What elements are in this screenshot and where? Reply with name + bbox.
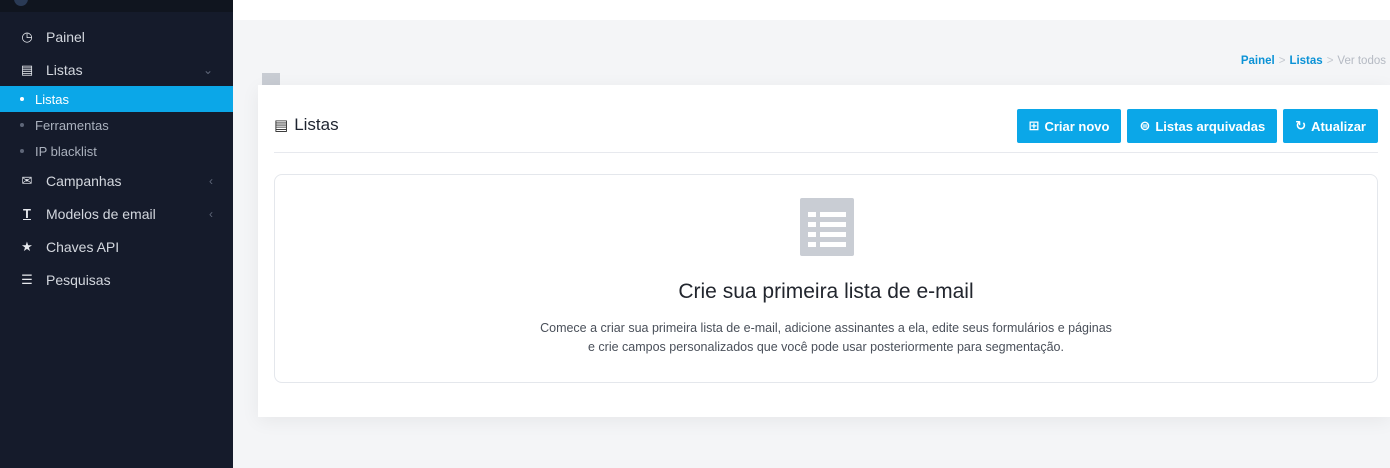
card-header: ▤ Listas ⊞ Criar novo ⊜ Listas arquivada… — [274, 109, 1378, 153]
archived-lists-button[interactable]: ⊜ Listas arquivadas — [1127, 109, 1278, 143]
bullet-icon — [20, 149, 24, 153]
sidebar-subitem-ip-blacklist[interactable]: IP blacklist — [0, 138, 233, 164]
sidebar-item-listas[interactable]: ▤ Listas ⌄ — [0, 53, 233, 86]
sidebar-item-label: Painel — [46, 28, 85, 45]
sidebar-subitem-ferramentas[interactable]: Ferramentas — [0, 112, 233, 138]
chevron-left-icon: ‹ — [209, 206, 213, 221]
clock-icon: ◷ — [21, 28, 33, 44]
sidebar-item-campanhas[interactable]: ✉ Campanhas ‹ — [0, 164, 233, 197]
envelope-icon: ✉ — [21, 172, 33, 188]
empty-state-description-line: Comece a criar sua primeira lista de e-m… — [540, 321, 1112, 335]
list-icon: ▤ — [274, 117, 289, 134]
empty-state-description-line: e crie campos personalizados que você po… — [588, 340, 1064, 354]
sidebar-item-label: Listas — [35, 91, 69, 107]
chevron-left-icon: ‹ — [209, 173, 213, 188]
sidebar-menu: ◷ Painel ▤ Listas ⌄ Listas Ferramentas I… — [0, 20, 233, 296]
breadcrumb-link-listas[interactable]: Listas — [1289, 55, 1322, 67]
sidebar-item-label: Listas — [46, 61, 83, 78]
breadcrumb-separator: > — [1326, 55, 1334, 67]
empty-state: Crie sua primeira lista de e-mail Comece… — [274, 174, 1378, 383]
create-new-button[interactable]: ⊞ Criar novo — [1016, 109, 1122, 143]
page-title-text: Listas — [294, 115, 339, 134]
sidebar: ◷ Painel ▤ Listas ⌄ Listas Ferramentas I… — [0, 0, 233, 468]
top-navbar — [233, 0, 1390, 20]
plus-square-icon: ⊞ — [1028, 118, 1040, 133]
empty-state-title: Crie sua primeira lista de e-mail — [678, 280, 974, 303]
sidebar-subitem-listas[interactable]: Listas — [0, 86, 233, 112]
refresh-button[interactable]: ↻ Atualizar — [1283, 109, 1378, 143]
create-new-label: Criar novo — [1044, 118, 1110, 134]
list-document-icon — [800, 198, 854, 256]
sidebar-item-label: Modelos de email — [46, 205, 156, 222]
list-icon: ▤ — [20, 61, 34, 77]
breadcrumb: Painel > Listas > Ver todos — [1241, 55, 1386, 67]
sidebar-item-label: Ferramentas — [35, 117, 109, 133]
sidebar-item-painel[interactable]: ◷ Painel — [0, 20, 233, 53]
page-title: ▤ Listas — [274, 115, 339, 135]
sidebar-item-label: Pesquisas — [46, 271, 111, 288]
archived-lists-label: Listas arquivadas — [1155, 118, 1266, 134]
sidebar-item-chaves-api[interactable]: ★ Chaves API — [0, 230, 233, 263]
bullet-icon — [20, 97, 24, 101]
list-ul-icon: ☰ — [21, 271, 33, 287]
bullet-icon — [20, 123, 24, 127]
sidebar-item-label: Campanhas — [46, 172, 122, 189]
breadcrumb-separator: > — [1278, 55, 1286, 67]
text-icon: T — [23, 206, 31, 221]
refresh-icon: ↻ — [1295, 118, 1307, 133]
breadcrumb-current: Ver todos — [1337, 55, 1386, 67]
refresh-label: Atualizar — [1311, 118, 1366, 134]
toolbar: ⊞ Criar novo ⊜ Listas arquivadas ↻ Atual… — [1016, 109, 1378, 143]
chevron-down-icon: ⌄ — [202, 62, 213, 77]
sidebar-top-edge — [0, 0, 233, 12]
sidebar-item-pesquisas[interactable]: ☰ Pesquisas — [0, 263, 233, 296]
sidebar-item-modelos-de-email[interactable]: T Modelos de email ‹ — [0, 197, 233, 230]
breadcrumb-link-painel[interactable]: Painel — [1241, 55, 1275, 67]
star-icon: ★ — [21, 238, 33, 254]
sidebar-item-label: IP blacklist — [35, 143, 97, 159]
empty-state-description: Comece a criar sua primeira lista de e-m… — [495, 319, 1157, 357]
sidebar-item-label: Chaves API — [46, 238, 120, 255]
archive-icon: ⊜ — [1139, 118, 1151, 133]
lists-card: ▤ Listas ⊞ Criar novo ⊜ Listas arquivada… — [258, 85, 1390, 417]
